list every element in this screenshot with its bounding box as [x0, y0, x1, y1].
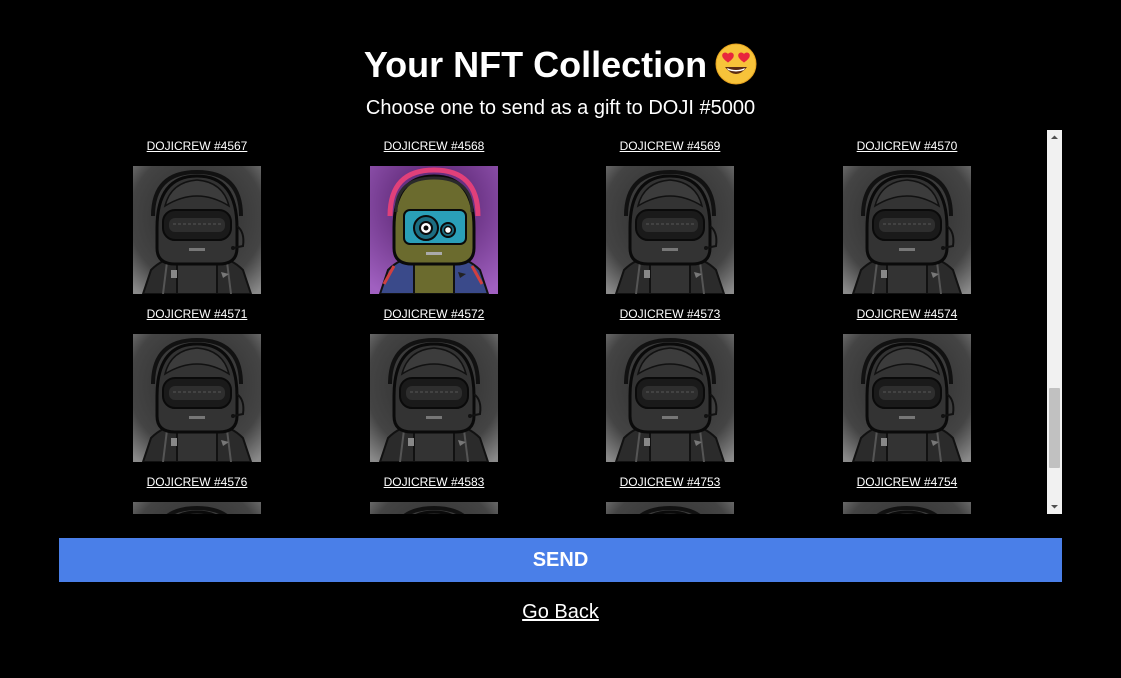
nft-card[interactable]: DOJICREW #4574 [807, 298, 1007, 466]
nft-list-scrollbar[interactable] [1047, 130, 1062, 514]
send-button[interactable]: SEND [59, 538, 1062, 582]
nft-card-label[interactable]: DOJICREW #4753 [570, 466, 770, 493]
nft-thumbnail[interactable] [843, 334, 971, 462]
nft-thumbnail[interactable] [606, 502, 734, 514]
nft-card[interactable]: DOJICREW #4569 [570, 130, 770, 298]
nft-card[interactable]: DOJICREW #4568 [334, 130, 534, 298]
nft-card-label[interactable]: DOJICREW #4572 [334, 298, 534, 325]
nft-card-label[interactable]: DOJICREW #4567 [97, 130, 297, 157]
nft-gift-page: Your NFT Collection Choose one to send a… [0, 0, 1121, 678]
nft-card[interactable]: DOJICREW #4571 [97, 298, 297, 466]
nft-thumbnail[interactable] [133, 334, 261, 462]
nft-thumbnail[interactable] [370, 166, 498, 294]
scroll-down-arrow-icon[interactable] [1047, 499, 1062, 514]
nft-card[interactable]: DOJICREW #4753 [570, 466, 770, 514]
go-back-link[interactable]: Go Back [522, 601, 599, 623]
nft-card[interactable]: DOJICREW #4754 [807, 466, 1007, 514]
nft-card-label[interactable]: DOJICREW #4571 [97, 298, 297, 325]
nft-thumbnail[interactable] [843, 502, 971, 514]
nft-card[interactable]: DOJICREW #4573 [570, 298, 770, 466]
nft-card-label[interactable]: DOJICREW #4573 [570, 298, 770, 325]
scrollbar-thumb[interactable] [1049, 388, 1060, 468]
nft-card-label[interactable]: DOJICREW #4576 [97, 466, 297, 493]
nft-card[interactable]: DOJICREW #4570 [807, 130, 1007, 298]
nft-thumbnail[interactable] [370, 334, 498, 462]
nft-thumbnail[interactable] [133, 166, 261, 294]
go-back-container: Go Back [0, 600, 1121, 624]
nft-card[interactable]: DOJICREW #4576 [97, 466, 297, 514]
page-title-text: Your NFT Collection [363, 44, 708, 85]
nft-card-label[interactable]: DOJICREW #4569 [570, 130, 770, 157]
nft-card-label[interactable]: DOJICREW #4570 [807, 130, 1007, 157]
nft-thumbnail[interactable] [606, 334, 734, 462]
nft-thumbnail[interactable] [370, 502, 498, 514]
nft-thumbnail[interactable] [606, 166, 734, 294]
nft-card[interactable]: DOJICREW #4583 [334, 466, 534, 514]
page-title: Your NFT Collection [0, 42, 1121, 96]
nft-card-label[interactable]: DOJICREW #4754 [807, 466, 1007, 493]
nft-thumbnail[interactable] [843, 166, 971, 294]
nft-thumbnail[interactable] [133, 502, 261, 514]
nft-card-label[interactable]: DOJICREW #4583 [334, 466, 534, 493]
nft-card[interactable]: DOJICREW #4567 [97, 130, 297, 298]
heart-eyes-emoji-icon [715, 43, 757, 96]
page-subtitle: Choose one to send as a gift to DOJI #50… [365, 97, 756, 119]
nft-card[interactable]: DOJICREW #4572 [334, 298, 534, 466]
nft-card-label[interactable]: DOJICREW #4574 [807, 298, 1007, 325]
nft-card-label[interactable]: DOJICREW #4568 [334, 130, 534, 157]
nft-list[interactable]: DOJICREW #4567 DOJICREW #4568 DOJICREW #45… [79, 130, 1047, 514]
scroll-up-arrow-icon[interactable] [1047, 130, 1062, 145]
